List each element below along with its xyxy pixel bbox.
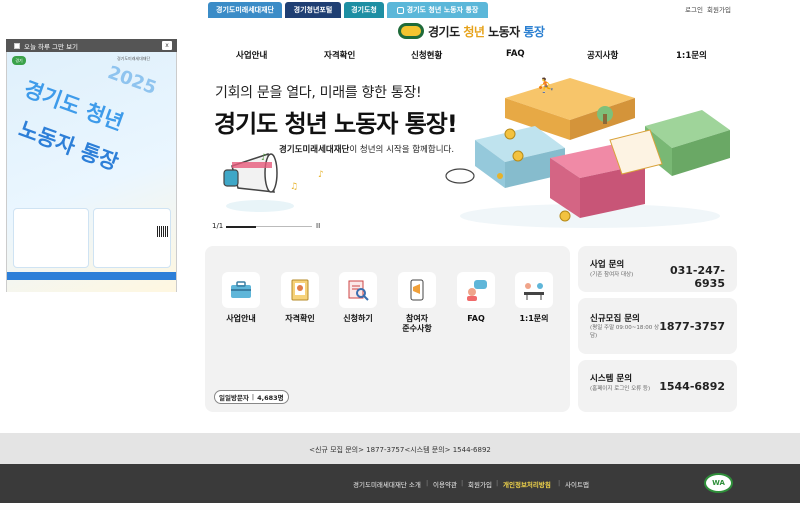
slide-pause-button[interactable]: II bbox=[316, 222, 320, 230]
megaphone-phone-icon bbox=[410, 279, 424, 301]
daily-visitor-counter: 일일방문자 | 4,683명 bbox=[214, 390, 289, 404]
contact-title: 시스템 문의 bbox=[590, 374, 633, 384]
visitor-label: 일일방문자 bbox=[219, 394, 249, 402]
music-note-icon: ♫ bbox=[290, 182, 299, 192]
contact-title: 신규모집 문의 bbox=[590, 314, 640, 324]
tab-label: 경기도청 bbox=[351, 6, 377, 14]
hero-desc-rest: 이 청년의 시작을 함께합니다. bbox=[349, 145, 455, 155]
quick-participant-rules[interactable] bbox=[398, 272, 436, 308]
visitor-divider: | bbox=[251, 393, 255, 401]
footer-link-privacy[interactable]: 개인정보처리방침 bbox=[503, 479, 551, 489]
qr-code-icon bbox=[157, 226, 168, 237]
tab-gyeonggi-province[interactable]: 경기도청 bbox=[344, 2, 384, 18]
popup-close-button[interactable]: x bbox=[162, 41, 172, 50]
person-figure-icon: ⛹ bbox=[537, 78, 555, 94]
quick-apply[interactable] bbox=[339, 272, 377, 308]
footer-contact-line: <신규 모집 문의> 1877-3757<시스템 문의> 1544-6892 bbox=[309, 446, 491, 454]
logo-part: 경기도 bbox=[428, 24, 464, 39]
tab-youth-portal[interactable]: 경기청년포털 bbox=[285, 2, 341, 18]
hero-subtitle: 기회의 문을 열다, 미래를 향한 통장! bbox=[215, 85, 422, 101]
logo-part: 노동자 bbox=[484, 24, 524, 39]
quick-label: 자격확인 bbox=[285, 314, 315, 323]
popup-poster[interactable]: 경기 경기도미래세대재단 2025 경기도 청년 노동자 통장 bbox=[6, 39, 177, 292]
tab-label: 경기도 청년 노동자 통장 bbox=[406, 6, 479, 14]
hero-description: 경기도미래세대재단이 청년의 시작을 함께합니다. bbox=[279, 143, 454, 155]
quick-label: 신청하기 bbox=[343, 314, 373, 323]
contact-phone-number[interactable]: 1877-3757 bbox=[645, 320, 725, 333]
tab-label: 경기청년포털 bbox=[293, 6, 333, 14]
chat-person-icon bbox=[467, 280, 487, 301]
nav-application-status[interactable]: 신청현황 bbox=[411, 49, 442, 61]
footer-separator: | bbox=[496, 479, 499, 487]
music-note-icon: ♪ bbox=[318, 170, 324, 180]
music-note-icon: ♪ bbox=[261, 153, 267, 163]
nav-faq[interactable]: FAQ bbox=[506, 49, 525, 59]
footer-link-sitemap[interactable]: 사이트맵 bbox=[565, 479, 589, 489]
footer-separator: | bbox=[461, 479, 464, 487]
contact-phone-number[interactable]: 031-247-6935 bbox=[645, 264, 725, 290]
tab-future-foundation[interactable]: 경기도미래세대재단 bbox=[208, 2, 282, 18]
logo-part: 청년 bbox=[463, 24, 485, 39]
poster-org: 경기도미래세대재단 bbox=[117, 56, 151, 61]
quick-faq[interactable] bbox=[457, 272, 495, 308]
poster-footer-band bbox=[7, 272, 176, 280]
tab-label: 경기도미래세대재단 bbox=[216, 6, 274, 14]
footer-link-signup[interactable]: 회원가입 bbox=[468, 479, 492, 489]
dont-show-today-label[interactable]: 오늘 하루 그만 보기 bbox=[24, 41, 78, 51]
briefcase-icon bbox=[231, 281, 251, 298]
logo-text: 경기도 청년 노동자 통장 bbox=[428, 23, 545, 40]
checkbox-icon[interactable] bbox=[14, 42, 20, 49]
visitor-count: 4,683명 bbox=[257, 394, 284, 402]
quick-label: FAQ bbox=[467, 314, 485, 323]
web-accessibility-mark-icon: WA bbox=[704, 473, 733, 493]
quick-label: 참여자 준수사항 bbox=[402, 314, 432, 333]
footer-separator: | bbox=[426, 479, 429, 487]
poster-info-box bbox=[93, 208, 171, 268]
nav-eligibility[interactable]: 자격확인 bbox=[324, 49, 355, 61]
login-link[interactable]: 로그인 bbox=[685, 4, 703, 14]
footer-link-terms[interactable]: 이용약관 bbox=[433, 479, 457, 489]
certificate-icon bbox=[291, 279, 309, 301]
quick-label: 1:1문의 bbox=[519, 314, 549, 323]
consult-desk-icon bbox=[524, 283, 544, 300]
hero-title: 경기도 청년 노동자 통장! bbox=[214, 110, 458, 138]
search-form-icon bbox=[348, 280, 369, 301]
slide-counter: 1/1 bbox=[212, 222, 224, 230]
signup-link[interactable]: 회원가입 bbox=[707, 4, 731, 14]
footer-separator: | bbox=[558, 479, 561, 487]
contact-title: 사업 문의 bbox=[590, 260, 625, 270]
poster-info-box bbox=[13, 208, 89, 268]
tab-youth-worker-account[interactable]: 경기도 청년 노동자 통장 bbox=[387, 2, 488, 18]
poster-badge: 경기 bbox=[12, 56, 26, 65]
logo-mark-icon bbox=[398, 23, 424, 39]
contact-phone-number[interactable]: 1544-6892 bbox=[645, 380, 725, 393]
quick-business-info[interactable] bbox=[222, 272, 260, 308]
quick-inquiry[interactable] bbox=[515, 272, 553, 308]
logo-part: 통장 bbox=[523, 24, 545, 39]
popup-topbar: 오늘 하루 그만 보기 bbox=[6, 39, 177, 52]
nav-inquiry[interactable]: 1:1문의 bbox=[676, 49, 707, 61]
quick-eligibility[interactable] bbox=[281, 272, 319, 308]
nav-business-info[interactable]: 사업안내 bbox=[236, 49, 267, 61]
site-logo[interactable]: 경기도 청년 노동자 통장 bbox=[398, 21, 545, 41]
nav-notice[interactable]: 공지사항 bbox=[587, 49, 618, 61]
puzzle-illustration bbox=[445, 78, 730, 228]
megaphone-illustration bbox=[223, 153, 294, 212]
quick-label: 사업안내 bbox=[226, 314, 256, 323]
instagram-icon bbox=[396, 6, 404, 14]
slide-progress-fill bbox=[226, 225, 256, 228]
footer-link-foundation[interactable]: 경기도미래세대재단 소개 bbox=[353, 479, 421, 489]
